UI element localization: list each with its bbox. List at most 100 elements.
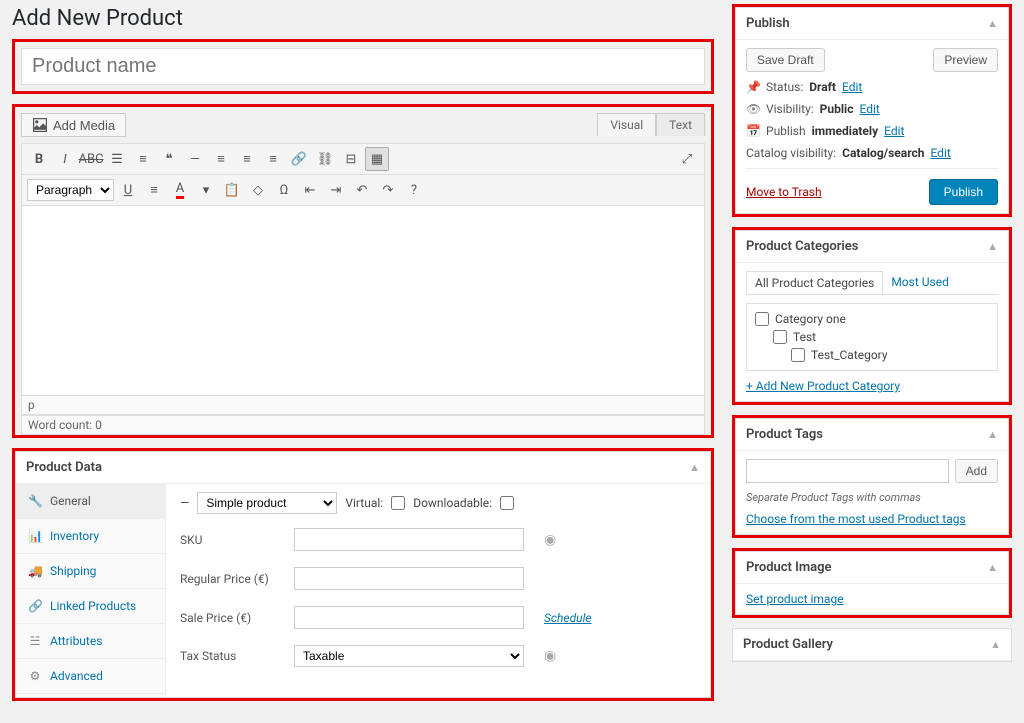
editor-toolbar: B I ABC ☰ ≡ ❝ — ≡ ≡ ≡ 🔗 ⛓ ⊟ ▦ ⤢ — [21, 143, 705, 206]
align-right-button[interactable]: ≡ — [261, 147, 285, 171]
categories-collapse-icon[interactable]: ▲ — [987, 240, 998, 253]
catalog-label: Catalog visibility: — [746, 146, 836, 160]
schedule-link[interactable]: Schedule — [544, 611, 592, 625]
format-select[interactable]: Paragraph — [27, 179, 114, 201]
align-center-button[interactable]: ≡ — [235, 147, 259, 171]
downloadable-label: Downloadable: — [413, 496, 492, 510]
product-image-box: Product Image ▲ Set product image — [732, 548, 1012, 618]
link-icon: 🔗 — [28, 599, 42, 613]
image-collapse-icon[interactable]: ▲ — [987, 561, 998, 574]
add-tag-button[interactable]: Add — [955, 459, 998, 483]
align-left-button[interactable]: ≡ — [209, 147, 233, 171]
preview-button[interactable]: Preview — [933, 48, 998, 72]
category-checkbox[interactable] — [791, 348, 805, 362]
choose-tags-link[interactable]: Choose from the most used Product tags — [746, 512, 966, 526]
sale-price-label: Sale Price (€) — [180, 611, 280, 625]
bold-button[interactable]: B — [27, 147, 51, 171]
regular-price-input[interactable] — [294, 567, 524, 590]
strike-button[interactable]: ABC — [79, 147, 103, 171]
sku-label: SKU — [180, 533, 280, 547]
pd-tab-linked[interactable]: 🔗Linked Products — [16, 589, 165, 624]
move-trash-link[interactable]: Move to Trash — [746, 185, 822, 199]
textcolor-button[interactable]: A — [168, 178, 192, 202]
hr-button[interactable]: — — [183, 147, 207, 171]
cat-tab-all[interactable]: All Product Categories — [746, 271, 883, 294]
publish-box: Publish ▲ Save Draft Preview 📌 Status: D… — [732, 4, 1012, 217]
cat-tab-most[interactable]: Most Used — [883, 271, 957, 294]
help-icon[interactable]: ◉ — [544, 532, 556, 548]
visibility-label: Visibility: — [766, 102, 814, 116]
add-media-button[interactable]: Add Media — [21, 113, 126, 137]
help-button[interactable]: ? — [402, 178, 426, 202]
tags-input[interactable] — [746, 459, 949, 483]
justify-button[interactable]: ≡ — [142, 178, 166, 202]
category-label: Test_Category — [811, 348, 888, 362]
editor-tab-text[interactable]: Text — [656, 113, 705, 136]
pd-tab-advanced[interactable]: ⚙Advanced — [16, 659, 165, 694]
indent-button[interactable]: ⇥ — [324, 178, 348, 202]
category-label: Test — [793, 330, 816, 344]
word-count: Word count: 0 — [21, 415, 705, 435]
inventory-icon: 📊 — [28, 529, 42, 543]
editor-tab-visual[interactable]: Visual — [597, 113, 656, 136]
sale-price-input[interactable] — [294, 606, 524, 629]
virtual-checkbox[interactable] — [391, 496, 405, 510]
wrench-icon: 🔧 — [28, 494, 42, 508]
italic-button[interactable]: I — [53, 147, 77, 171]
editor-path: p — [21, 396, 705, 415]
textcolor-dropdown[interactable]: ▾ — [194, 178, 218, 202]
pd-tab-inventory[interactable]: 📊Inventory — [16, 519, 165, 554]
title-input-box — [12, 39, 714, 94]
special-char-button[interactable]: Ω — [272, 178, 296, 202]
schedule-label: Publish — [766, 124, 806, 138]
edit-status-link[interactable]: Edit — [842, 80, 862, 94]
product-name-input[interactable] — [21, 48, 705, 85]
outdent-button[interactable]: ⇤ — [298, 178, 322, 202]
product-image-title: Product Image — [746, 560, 832, 575]
fullscreen-button[interactable]: ⤢ — [675, 147, 699, 171]
schedule-value: immediately — [812, 124, 879, 138]
help-icon[interactable]: ◉ — [544, 648, 556, 664]
publish-button[interactable]: Publish — [929, 179, 998, 205]
edit-schedule-link[interactable]: Edit — [884, 124, 904, 138]
pd-tab-attributes[interactable]: ☱Attributes — [16, 624, 165, 659]
page-title: Add New Product — [12, 6, 714, 31]
product-type-select[interactable]: Simple product — [197, 492, 337, 514]
link-button[interactable]: 🔗 — [287, 147, 311, 171]
quote-button[interactable]: ❝ — [157, 147, 181, 171]
pd-tab-shipping[interactable]: 🚚Shipping — [16, 554, 165, 589]
tax-status-select[interactable]: Taxable — [294, 645, 524, 667]
redo-button[interactable]: ↷ — [376, 178, 400, 202]
category-checkbox[interactable] — [755, 312, 769, 326]
gear-icon: ⚙ — [28, 669, 42, 683]
ol-button[interactable]: ≡ — [131, 147, 155, 171]
product-data-box: Product Data ▲ 🔧General 📊Inventory 🚚Ship… — [12, 448, 714, 701]
category-checkbox[interactable] — [773, 330, 787, 344]
clear-format-button[interactable]: ◇ — [246, 178, 270, 202]
save-draft-button[interactable]: Save Draft — [746, 48, 825, 72]
sku-input[interactable] — [294, 528, 524, 551]
add-category-link[interactable]: + Add New Product Category — [746, 379, 900, 393]
underline-button[interactable]: U — [116, 178, 140, 202]
product-data-collapse-icon[interactable]: ▲ — [689, 461, 700, 474]
unlink-button[interactable]: ⛓ — [313, 147, 337, 171]
undo-button[interactable]: ↶ — [350, 178, 374, 202]
publish-title: Publish — [746, 16, 790, 31]
readmore-button[interactable]: ⊟ — [339, 147, 363, 171]
downloadable-checkbox[interactable] — [500, 496, 514, 510]
kitchensink-button[interactable]: ▦ — [365, 147, 389, 171]
edit-visibility-link[interactable]: Edit — [859, 102, 879, 116]
edit-catalog-link[interactable]: Edit — [930, 146, 950, 160]
ul-button[interactable]: ☰ — [105, 147, 129, 171]
pd-tab-general[interactable]: 🔧General — [16, 484, 165, 519]
virtual-label: Virtual: — [345, 496, 383, 510]
editor-canvas[interactable] — [21, 206, 705, 396]
gallery-collapse-icon[interactable]: ▲ — [990, 638, 1001, 651]
paste-text-button[interactable]: 📋 — [220, 178, 244, 202]
tags-collapse-icon[interactable]: ▲ — [987, 428, 998, 441]
publish-collapse-icon[interactable]: ▲ — [987, 17, 998, 30]
set-product-image-link[interactable]: Set product image — [746, 592, 844, 606]
status-label: Status: — [766, 80, 803, 94]
tags-title: Product Tags — [746, 427, 823, 442]
tags-box: Product Tags ▲ Add Separate Product Tags… — [732, 415, 1012, 538]
